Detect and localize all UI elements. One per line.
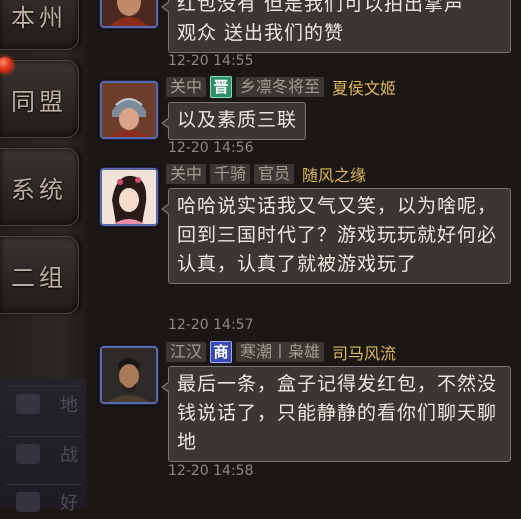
message-text: 最后一条，盒子记得发红包，不然没钱说话了，只能静静的看你们聊天聊地 [177,373,498,453]
background-menu: 地 战 好 [0,378,86,514]
channel-sidebar: 本州 同盟 系统 二组 地 战 好 [0,0,90,514]
menu-item-friends: 好 [6,484,82,519]
message-time: 12-20 14:57 [168,317,254,333]
message-time: 12-20 14:56 [168,140,254,156]
lady-portrait-icon [102,170,156,224]
menu-label: 地 [60,395,78,416]
tab-label: 二组 [11,263,67,292]
message-meta: 关中 晋 乡凛冬将至 夏侯文姬 [166,76,396,98]
tab-erzu[interactable]: 二组 [0,236,79,314]
menu-label: 好 [60,493,78,514]
player-name[interactable]: 夏侯文姬 [332,75,396,99]
region-tag: 关中 [166,164,207,184]
title-tag: 寒潮丨枭雄 [236,342,325,362]
message-text: 以及素质三联 [177,109,298,131]
helmeted-general-portrait-icon [102,83,156,137]
message-meta: 江汉 商 寒潮丨枭雄 司马风流 [166,341,396,363]
avatar[interactable] [100,81,158,139]
message-text: 观众 送出我们的赞 [177,22,345,44]
message-time: 12-20 14:55 [168,53,254,69]
message-text: 哈哈说实话我又气又笑，以为啥呢，回到三国时代了？游戏玩玩就好何必认真，认真了就被… [177,195,498,275]
message-bubble[interactable]: 红包没有 但是我们可以拍出掌声 观众 送出我们的赞 [161,0,511,53]
message-bubble[interactable]: 哈哈说实话我又气又笑，以为啥呢，回到三国时代了？游戏玩玩就好何必认真，认真了就被… [161,188,511,284]
bearded-general-portrait-icon [102,348,156,402]
avatar[interactable] [100,168,158,226]
faction-badge: 晋 [210,76,233,98]
notification-dot-icon [0,57,13,73]
chat-panel[interactable]: 红包没有 但是我们可以拍出掌声 观众 送出我们的赞 12-20 14:55 关中… [88,0,521,509]
tab-label: 本州 [11,4,67,32]
menu-item-battle: 战 [6,436,82,471]
message-bubble[interactable]: 以及素质三联 [160,102,307,140]
tab-xitong[interactable]: 系统 [0,148,79,226]
group-tag: 千骑 [210,164,251,184]
player-name[interactable]: 随风之缘 [302,162,366,186]
message-time: 12-20 14:58 [168,463,254,479]
message-bubble[interactable]: 最后一条，盒子记得发红包，不然没钱说话了，只能静静的看你们聊天聊地 [161,366,511,462]
player-name[interactable]: 司马风流 [332,340,396,364]
faction-badge: 商 [210,341,233,363]
region-tag: 关中 [166,77,207,97]
crossed-swords-icon [16,444,40,464]
title-tag: 乡凛冬将至 [236,77,325,97]
avatar[interactable] [100,346,158,404]
region-tag: 江汉 [166,342,207,362]
message-meta: 关中 千骑 官员 随风之缘 [166,163,366,185]
message-text-partial: 红包没有 但是我们可以拍出掌声 [177,0,465,15]
avatar[interactable] [100,0,158,28]
menu-label: 战 [60,445,78,466]
general-portrait-icon [102,0,156,26]
tab-tongmeng[interactable]: 同盟 [0,57,79,138]
friends-icon [16,492,40,512]
tab-label: 系统 [11,175,67,204]
rank-tag: 官员 [254,164,295,184]
map-pin-icon [16,394,40,414]
menu-item-map: 地 [6,386,82,421]
tab-benzhou[interactable]: 本州 [0,0,79,50]
tab-label: 同盟 [11,87,67,116]
